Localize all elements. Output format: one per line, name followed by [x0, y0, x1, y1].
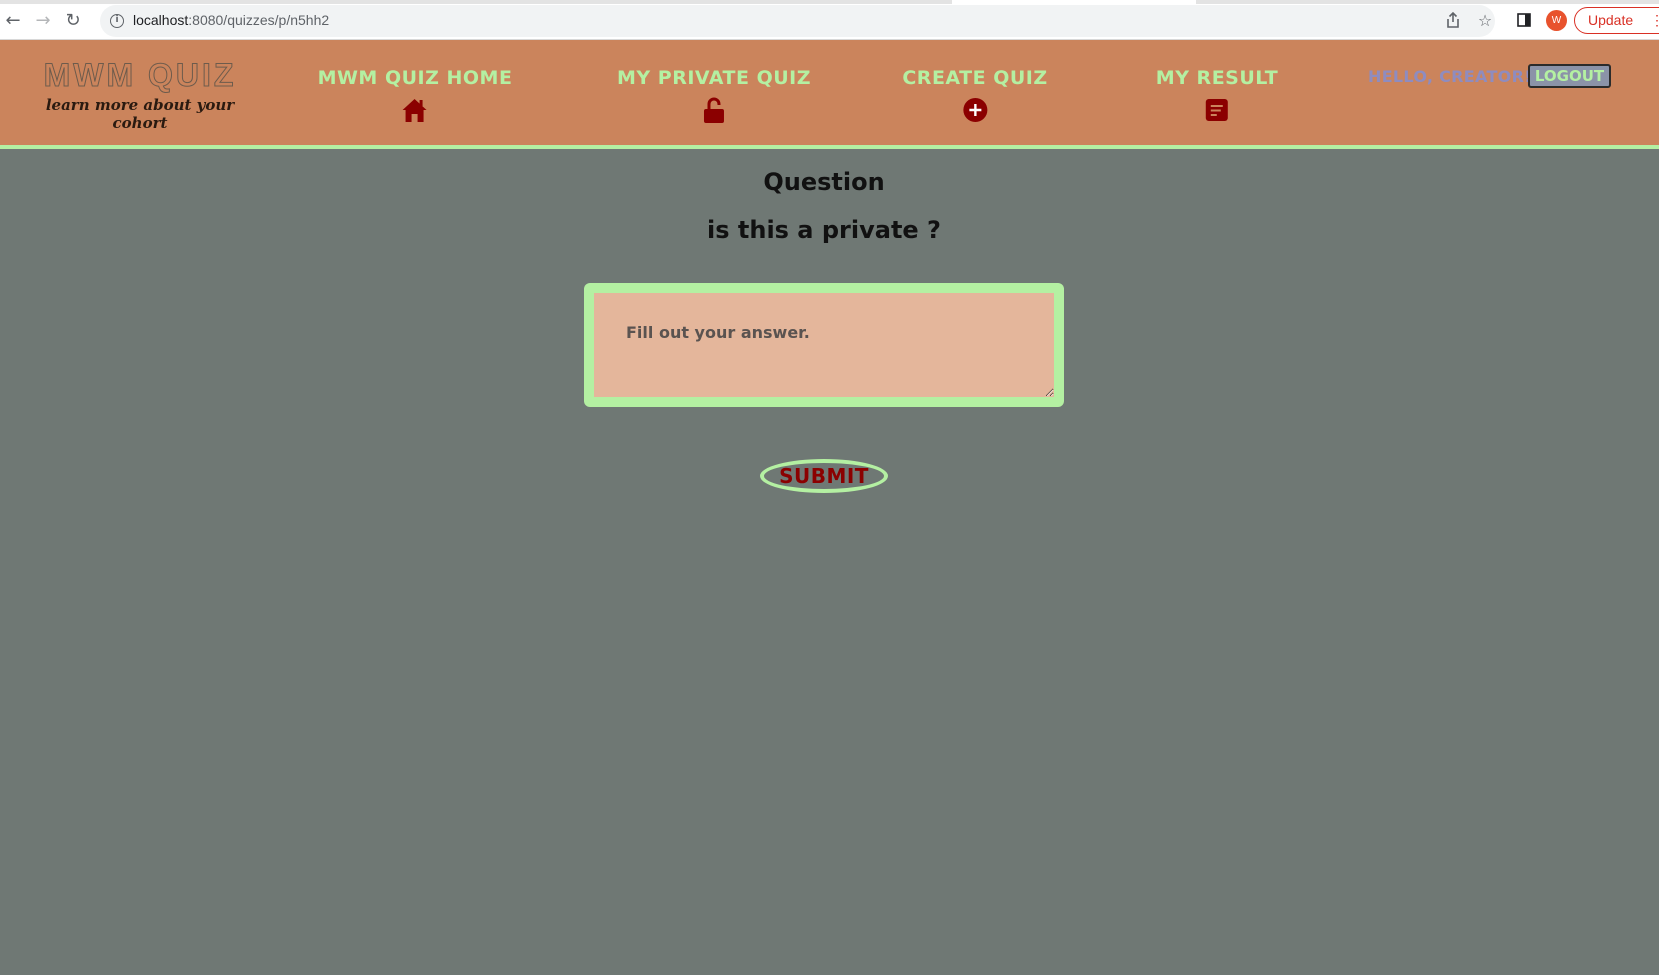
user-greeting: HELLO, CREATOR!: [1368, 67, 1532, 86]
reload-icon[interactable]: ↻: [62, 9, 84, 31]
info-icon[interactable]: i: [110, 14, 124, 28]
nav-item-private-quiz[interactable]: MY PRIVATE QUIZ: [617, 67, 811, 124]
answer-textarea[interactable]: [594, 293, 1054, 397]
profile-avatar[interactable]: W: [1546, 10, 1567, 31]
nav-label-home: MWM QUIZ HOME: [317, 67, 513, 89]
site-header: MWM QUIZ learn more about your cohort MW…: [0, 40, 1659, 149]
url-text: localhost:8080/quizzes/p/n5hh2: [133, 12, 329, 28]
nav-label-my-result: MY RESULT: [1155, 67, 1279, 89]
tab-strip: [0, 0, 1659, 4]
document-icon: [1206, 99, 1228, 121]
nav-item-home[interactable]: MWM QUIZ HOME: [318, 67, 513, 124]
star-icon[interactable]: ☆: [1475, 10, 1495, 30]
question-heading: Question: [763, 168, 885, 196]
active-tab-indicator: [952, 0, 1196, 4]
share-icon[interactable]: [1443, 10, 1463, 30]
side-panel-icon[interactable]: [1514, 10, 1534, 30]
update-button[interactable]: Update ⋮: [1574, 7, 1659, 34]
logo-title: MWM QUIZ: [43, 57, 237, 93]
nav-item-my-result[interactable]: MY RESULT: [1156, 67, 1278, 124]
plus-circle-icon: [962, 98, 987, 122]
address-bar[interactable]: i localhost:8080/quizzes/p/n5hh2: [100, 5, 1495, 37]
browser-toolbar: ← → ↻ i localhost:8080/quizzes/p/n5hh2 ☆…: [0, 0, 1659, 40]
logout-button[interactable]: LOGOUT: [1528, 64, 1611, 88]
url-path: :8080/quizzes/p/n5hh2: [188, 12, 330, 28]
nav-label-create-quiz: CREATE QUIZ: [902, 67, 1048, 89]
forward-icon[interactable]: →: [32, 9, 54, 31]
home-icon: [403, 99, 427, 122]
question-text: is this a private ?: [707, 216, 941, 244]
submit-button[interactable]: SUBMIT: [760, 459, 888, 493]
update-label: Update: [1588, 12, 1634, 28]
logo-tagline: learn more about your cohort: [45, 96, 235, 132]
nav-label-private-quiz: MY PRIVATE QUIZ: [616, 67, 812, 89]
nav-item-create-quiz[interactable]: CREATE QUIZ: [902, 67, 1047, 124]
back-icon[interactable]: ←: [2, 9, 24, 31]
unlock-icon: [704, 97, 724, 123]
kebab-menu-icon[interactable]: ⋮: [1650, 8, 1659, 33]
site-logo[interactable]: MWM QUIZ learn more about your cohort: [30, 57, 250, 133]
url-host: localhost: [133, 12, 189, 28]
answer-frame: [584, 283, 1064, 407]
question-page: Question is this a private ? SUBMIT: [0, 153, 1659, 975]
